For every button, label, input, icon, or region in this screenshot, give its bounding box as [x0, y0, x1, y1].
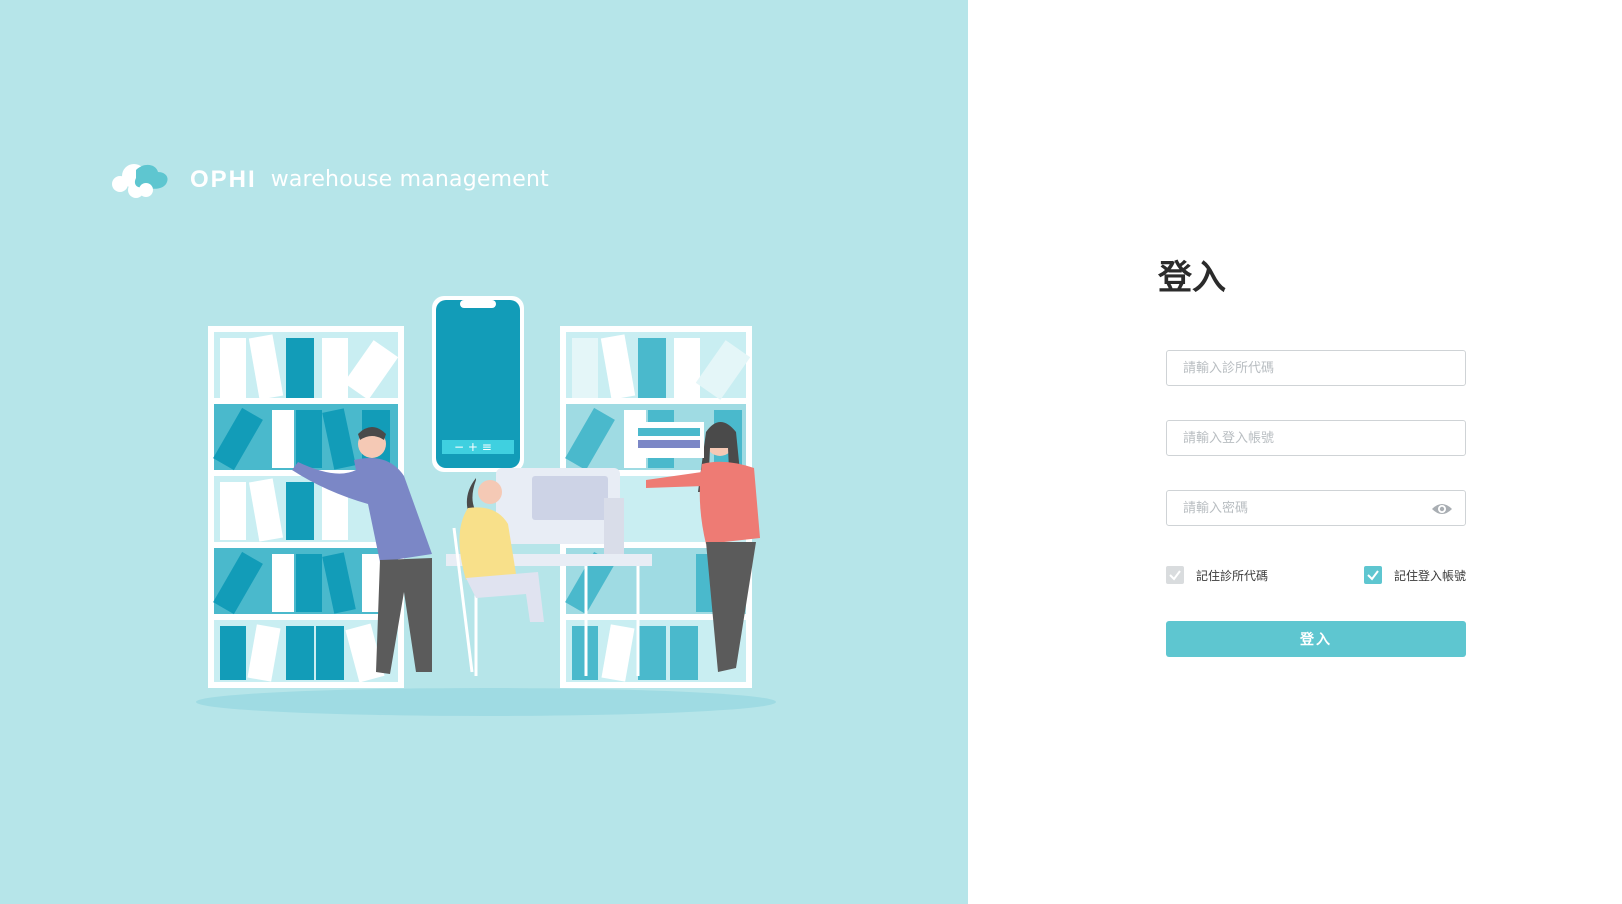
login-button[interactable]: 登入: [1166, 621, 1466, 657]
clinic-code-field: [1166, 350, 1466, 386]
warehouse-illustration: − + ≡: [196, 296, 776, 716]
password-field: [1166, 490, 1466, 526]
check-icon[interactable]: [1166, 566, 1184, 584]
remember-account-label: 記住登入帳號: [1394, 568, 1467, 583]
svg-text:− + ≡: − + ≡: [454, 440, 492, 454]
remember-clinic-checkbox[interactable]: 記住診所代碼: [1166, 566, 1268, 584]
account-input[interactable]: [1167, 421, 1465, 455]
account-field: [1166, 420, 1466, 456]
brand-subtitle: warehouse management: [270, 167, 549, 192]
check-icon[interactable]: [1364, 566, 1382, 584]
remember-account-checkbox[interactable]: 記住登入帳號: [1364, 566, 1466, 584]
login-title: 登入: [1158, 258, 1226, 298]
remember-clinic-label: 記住診所代碼: [1196, 568, 1269, 583]
cloud-logo-icon: [112, 164, 168, 198]
brand-panel: OPHI warehouse management − + ≡: [0, 0, 968, 904]
clinic-code-input[interactable]: [1167, 351, 1465, 385]
login-panel: 登入 記住診所代碼 記住登入帳號 登入: [968, 0, 1622, 904]
eye-icon[interactable]: [1431, 501, 1453, 517]
phone-graphic: − + ≡: [432, 296, 524, 472]
brand-name: OPHI: [190, 166, 257, 193]
brand-header: OPHI warehouse management: [110, 160, 549, 200]
password-input[interactable]: [1167, 491, 1465, 525]
